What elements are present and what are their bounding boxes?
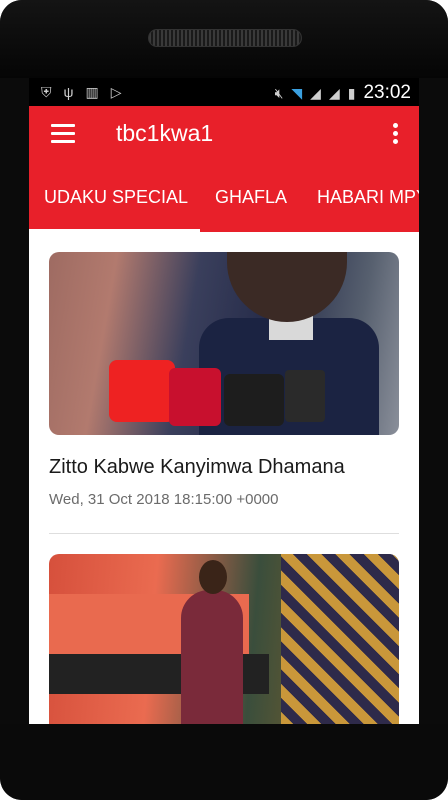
more-vertical-icon[interactable] [393,123,399,145]
status-bar: ⛨ ψ ▥ ▷ 🔇︎ ◥ ◢ ◢ ▮ 23:02 [29,78,419,106]
usb-icon: ψ [63,84,74,100]
screen: ⛨ ψ ▥ ▷ 🔇︎ ◥ ◢ ◢ ▮ 23:02 tbc1kwa1 UDAKU … [29,78,419,724]
news-thumbnail [49,252,399,435]
mute-icon: 🔇︎ [274,85,284,101]
news-card[interactable]: Zitto Kabwe Kanyimwa Dhamana Wed, 31 Oct… [49,252,399,508]
status-time: 23:02 [363,82,411,103]
play-store-icon: ▷ [110,84,122,100]
card-divider [49,533,399,534]
battery-icon: ▮ [347,85,356,101]
phone-frame: ⛨ ψ ▥ ▷ 🔇︎ ◥ ◢ ◢ ▮ 23:02 tbc1kwa1 UDAKU … [0,0,448,800]
wifi-icon: ◥ [291,85,303,101]
hamburger-menu-icon[interactable] [51,124,75,144]
news-date: Wed, 31 Oct 2018 18:15:00 +0000 [49,491,279,508]
speaker-grille [148,29,302,47]
tab-habari-mpya[interactable]: HABARI MPY [317,162,419,232]
status-left-icons: ⛨ ψ ▥ ▷ [41,84,122,100]
signal-icon-2: ◢ [328,85,340,101]
app-bar: tbc1kwa1 [29,106,419,162]
status-right-icons: 🔇︎ ◥ ◢ ◢ ▮ 23:02 [275,82,411,104]
app-title: tbc1kwa1 [116,120,214,146]
tab-ghafla[interactable]: GHAFLA [215,162,287,232]
news-headline: Zitto Kabwe Kanyimwa Dhamana [49,456,345,478]
phone-top-bezel [0,0,448,78]
barcode-icon: ▥ [85,84,99,100]
news-thumbnail [49,554,399,724]
phone-bottom-bezel [0,724,448,800]
tab-udaku-special[interactable]: UDAKU SPECIAL [44,162,188,232]
news-feed: Zitto Kabwe Kanyimwa Dhamana Wed, 31 Oct… [29,232,419,724]
shield-icon: ⛨ [41,84,52,100]
signal-icon: ◢ [310,85,321,101]
tab-bar: UDAKU SPECIAL GHAFLA HABARI MPY [29,162,419,232]
news-card[interactable] [49,554,399,724]
